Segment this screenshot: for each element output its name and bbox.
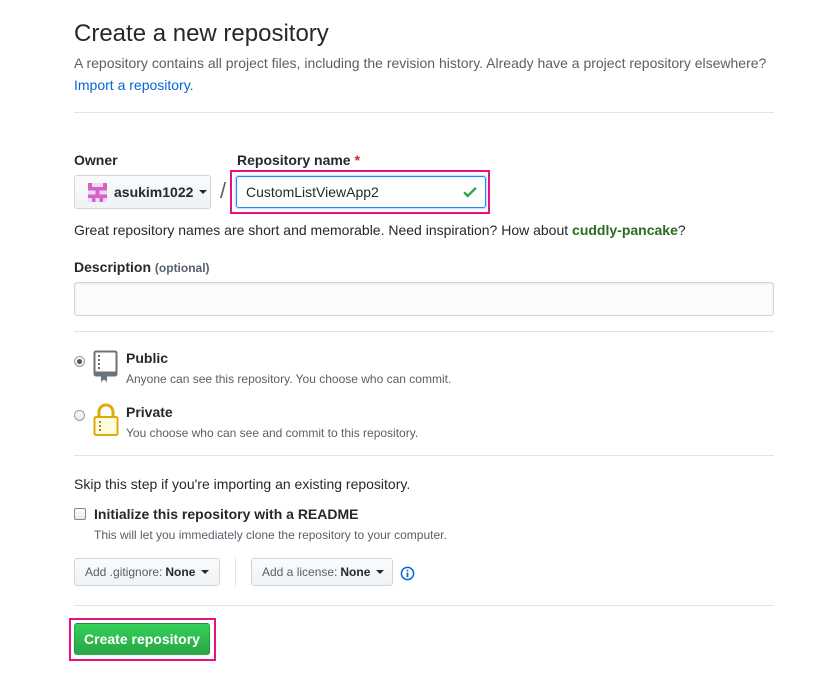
- license-value: None: [340, 565, 371, 579]
- description-label-text: Description: [74, 259, 152, 275]
- private-title: Private: [126, 404, 173, 420]
- repo-name-input[interactable]: [236, 176, 486, 208]
- divider-top: [74, 112, 774, 113]
- license-select[interactable]: Add a license: None: [251, 558, 393, 586]
- repo-name-label: Repository name *: [237, 152, 360, 168]
- import-link-suffix: .: [189, 77, 194, 93]
- name-hint-suffix: ?: [677, 222, 686, 238]
- gitignore-value: None: [165, 565, 196, 579]
- owner-name-separator: /: [220, 178, 227, 203]
- owner-select-button[interactable]: asukim1022: [74, 175, 211, 209]
- check-icon: [463, 186, 477, 198]
- public-radio[interactable]: [74, 356, 85, 367]
- page-title: Create a new repository: [74, 20, 329, 47]
- chevron-down-icon: [199, 190, 208, 194]
- repo-book-icon: [93, 350, 118, 382]
- chevron-down-icon: [201, 570, 210, 574]
- owner-value: asukim1022: [114, 184, 194, 200]
- description-label: Description (optional): [74, 259, 210, 275]
- import-link-text[interactable]: Import a repository: [74, 77, 190, 93]
- readme-label[interactable]: Initialize this repository with a README: [94, 506, 358, 522]
- optional-tag: (optional): [154, 261, 210, 275]
- private-note: You choose who can see and commit to thi…: [126, 426, 419, 440]
- page-lead: A repository contains all project files,…: [74, 55, 767, 71]
- lock-icon: [93, 403, 119, 436]
- skip-note: Skip this step if you're importing an ex…: [74, 476, 411, 492]
- owner-label: Owner: [74, 152, 118, 168]
- name-suggestion[interactable]: cuddly-pancake: [572, 222, 678, 238]
- chevron-down-icon: [376, 570, 385, 574]
- public-note: Anyone can see this repository. You choo…: [126, 372, 452, 386]
- readme-checkbox[interactable]: [74, 508, 86, 520]
- readme-note: This will let you immediately clone the …: [94, 528, 447, 542]
- description-input[interactable]: [74, 282, 774, 316]
- info-icon[interactable]: [400, 566, 415, 581]
- gitignore-select[interactable]: Add .gitignore: None: [74, 558, 220, 586]
- repo-name-label-text: Repository name: [237, 152, 351, 168]
- name-hint-text: Great repository names are short and mem…: [74, 222, 573, 238]
- license-label: Add a license:: [262, 565, 338, 579]
- divider-submit: [74, 605, 774, 606]
- public-title: Public: [126, 350, 169, 366]
- name-hint: Great repository names are short and mem…: [74, 222, 686, 238]
- owner-avatar-icon: [88, 182, 107, 202]
- import-repository-link[interactable]: Import a repository.: [74, 77, 194, 93]
- create-repository-button[interactable]: Create repository: [74, 623, 210, 655]
- divider-visibility: [74, 331, 774, 332]
- private-radio[interactable]: [74, 410, 85, 421]
- required-mark: *: [354, 152, 361, 168]
- gitignore-label: Add .gitignore:: [85, 565, 163, 579]
- select-separator: [235, 557, 236, 587]
- divider-init: [74, 455, 774, 456]
